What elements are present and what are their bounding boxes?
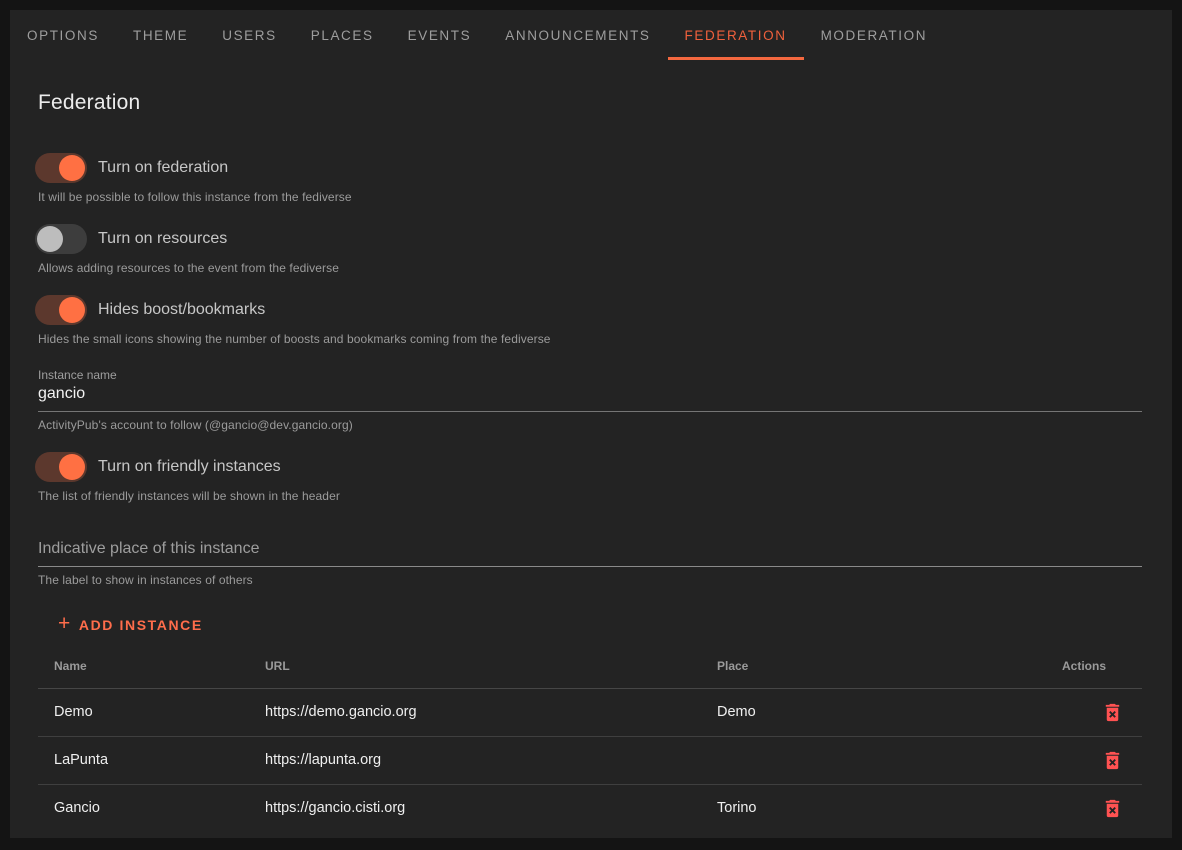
- boost-switch-block: Hides boost/bookmarks Hides the small ic…: [38, 294, 1142, 346]
- instance-url-cell: https://lapunta.org: [249, 736, 701, 784]
- instance-name-cell: Demo: [38, 688, 249, 736]
- table-row: LaPunta https://lapunta.org: [38, 736, 1142, 784]
- trash-delete-icon: [1101, 797, 1124, 820]
- delete-instance-button[interactable]: [1099, 697, 1126, 724]
- trash-delete-icon: [1101, 701, 1124, 724]
- instance-place-cell: Torino: [701, 784, 1046, 832]
- federation-toggle[interactable]: [35, 153, 87, 183]
- table-header-row: Name URL Place Actions: [38, 644, 1142, 688]
- instance-place-cell: Demo: [701, 688, 1046, 736]
- admin-tabbar: OPTIONS THEME USERS PLACES EVENTS ANNOUN…: [10, 10, 1172, 60]
- tab-places[interactable]: PLACES: [294, 10, 391, 60]
- header-url: URL: [249, 644, 701, 688]
- tab-events[interactable]: EVENTS: [391, 10, 489, 60]
- table-row: Gancio https://gancio.cisti.org Torino: [38, 784, 1142, 832]
- header-name: Name: [38, 644, 249, 688]
- tab-announcements[interactable]: ANNOUNCEMENTS: [488, 10, 667, 60]
- boost-toggle[interactable]: [35, 295, 87, 325]
- instance-url-cell: https://gancio.cisti.org: [249, 784, 701, 832]
- instance-name-cell: LaPunta: [38, 736, 249, 784]
- instance-place-cell: [701, 736, 1046, 784]
- friendly-toggle-label[interactable]: Turn on friendly instances: [98, 458, 281, 476]
- tab-federation[interactable]: FEDERATION: [668, 10, 804, 60]
- plus-icon: +: [58, 613, 72, 634]
- header-place: Place: [701, 644, 1046, 688]
- instances-table: Name URL Place Actions Demo https://demo…: [38, 644, 1142, 832]
- tab-theme[interactable]: THEME: [116, 10, 205, 60]
- page-title: Federation: [38, 91, 1142, 115]
- boost-toggle-hint: Hides the small icons showing the number…: [38, 332, 1142, 346]
- instance-name-field-block: Instance name ActivityPub's account to f…: [38, 368, 1142, 432]
- toggle-knob: [37, 226, 63, 252]
- friendly-toggle[interactable]: [35, 452, 87, 482]
- resources-toggle-label[interactable]: Turn on resources: [98, 230, 227, 248]
- instance-place-field-block: The label to show in instances of others: [38, 530, 1142, 587]
- federation-switch-block: Turn on federation It will be possible t…: [38, 152, 1142, 204]
- instance-name-cell: Gancio: [38, 784, 249, 832]
- admin-panel: OPTIONS THEME USERS PLACES EVENTS ANNOUN…: [10, 10, 1172, 838]
- trash-delete-icon: [1101, 749, 1124, 772]
- instance-url-cell: https://demo.gancio.org: [249, 688, 701, 736]
- federation-toggle-hint: It will be possible to follow this insta…: [38, 190, 1142, 204]
- friendly-switch-block: Turn on friendly instances The list of f…: [38, 451, 1142, 503]
- header-actions: Actions: [1046, 644, 1142, 688]
- federation-toggle-label[interactable]: Turn on federation: [98, 159, 228, 177]
- table-row: Demo https://demo.gancio.org Demo: [38, 688, 1142, 736]
- add-instance-button[interactable]: + ADD INSTANCE: [58, 615, 203, 634]
- resources-toggle[interactable]: [35, 224, 87, 254]
- instance-name-input[interactable]: [38, 382, 1142, 412]
- toggle-knob: [59, 155, 85, 181]
- tab-users[interactable]: USERS: [205, 10, 294, 60]
- resources-switch-block: Turn on resources Allows adding resource…: [38, 223, 1142, 275]
- delete-instance-button[interactable]: [1099, 793, 1126, 820]
- tab-options[interactable]: OPTIONS: [10, 10, 116, 60]
- instance-place-input[interactable]: [38, 530, 1142, 567]
- tab-moderation[interactable]: MODERATION: [804, 10, 945, 60]
- federation-settings: Federation Turn on federation It will be…: [10, 91, 1172, 832]
- instance-name-hint: ActivityPub's account to follow (@gancio…: [38, 418, 1142, 432]
- delete-instance-button[interactable]: [1099, 745, 1126, 772]
- boost-toggle-label[interactable]: Hides boost/bookmarks: [98, 301, 265, 319]
- resources-toggle-hint: Allows adding resources to the event fro…: [38, 261, 1142, 275]
- toggle-knob: [59, 297, 85, 323]
- instance-name-label: Instance name: [38, 368, 1142, 382]
- instance-place-hint: The label to show in instances of others: [38, 573, 1142, 587]
- toggle-knob: [59, 454, 85, 480]
- friendly-toggle-hint: The list of friendly instances will be s…: [38, 489, 1142, 503]
- add-instance-label: ADD INSTANCE: [79, 617, 203, 633]
